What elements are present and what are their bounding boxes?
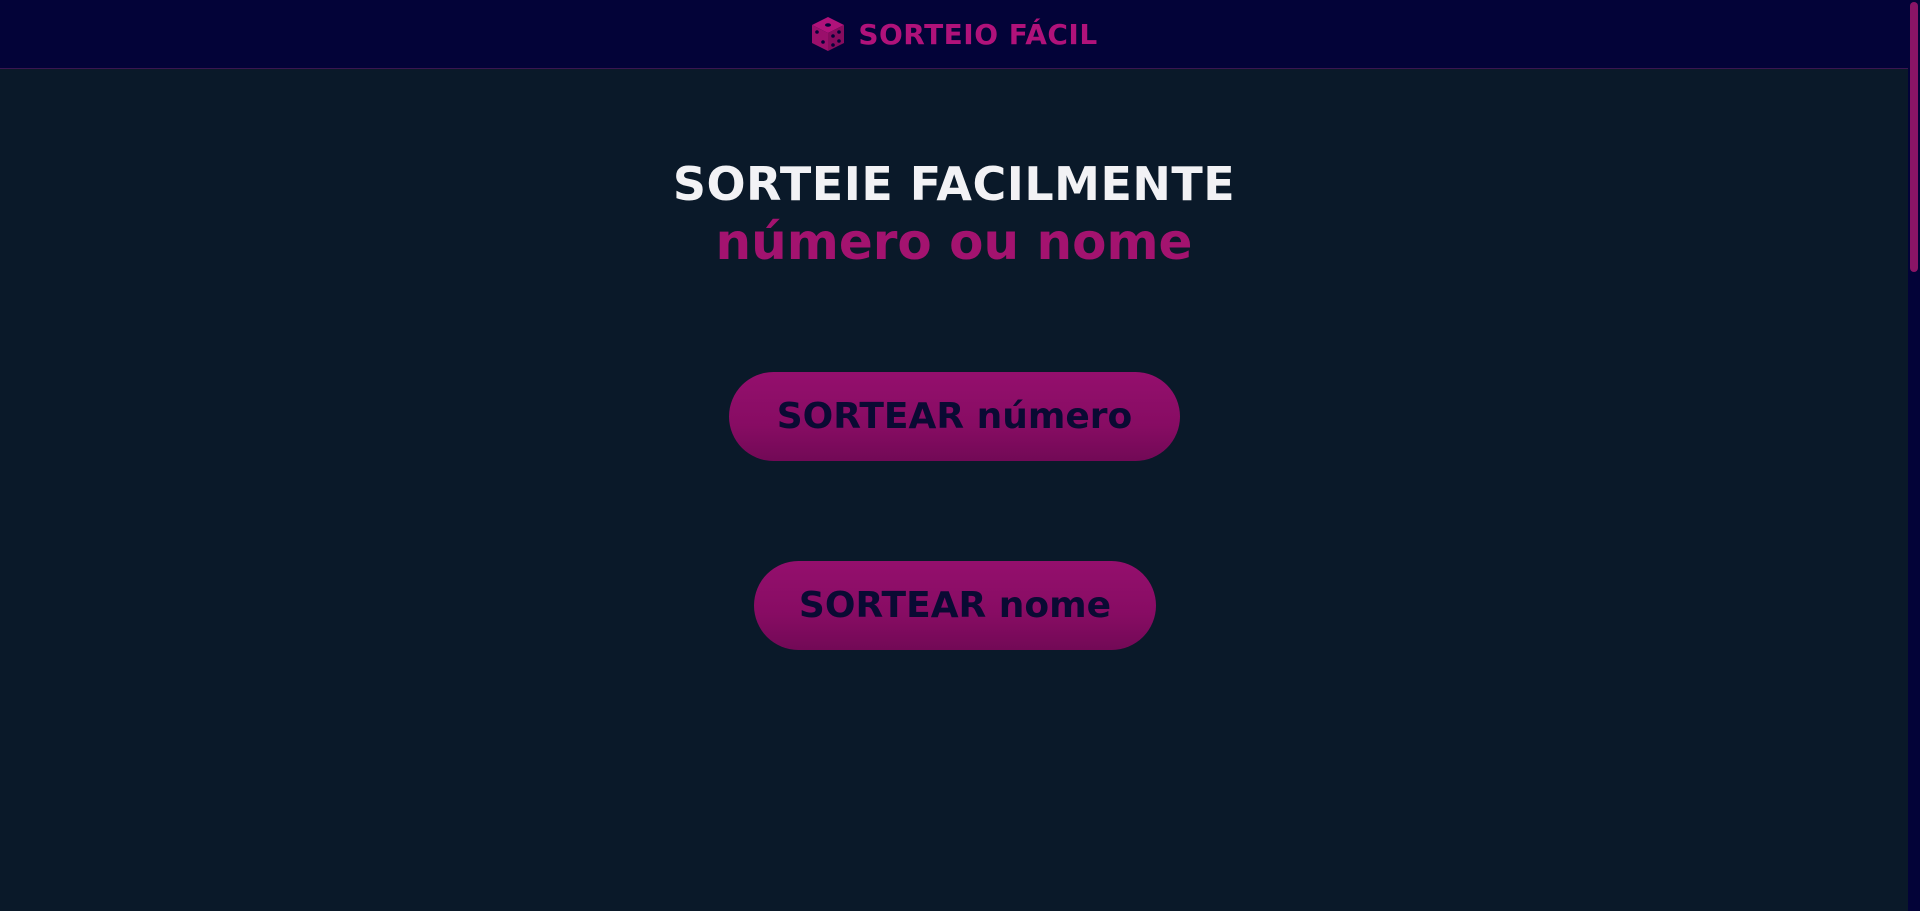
- dice-icon: [810, 15, 846, 53]
- sortear-nome-button[interactable]: SORTEAR nome: [754, 561, 1156, 650]
- vertical-scrollbar[interactable]: [1908, 0, 1920, 911]
- brand-logo[interactable]: SORTEIO FÁCIL: [810, 15, 1097, 53]
- sortear-numero-button[interactable]: SORTEAR número: [729, 372, 1180, 461]
- hero-heading: SORTEIE FACILMENTE número ou nome: [0, 155, 1908, 271]
- main-content: SORTEIE FACILMENTE número ou nome SORTEA…: [0, 69, 1908, 911]
- scrollbar-thumb[interactable]: [1910, 2, 1918, 272]
- hero-title: SORTEIE FACILMENTE: [672, 157, 1236, 211]
- brand-title: SORTEIO FÁCIL: [858, 17, 1098, 51]
- hero-subtitle: número ou nome: [715, 213, 1193, 271]
- app-header: SORTEIO FÁCIL: [0, 0, 1908, 69]
